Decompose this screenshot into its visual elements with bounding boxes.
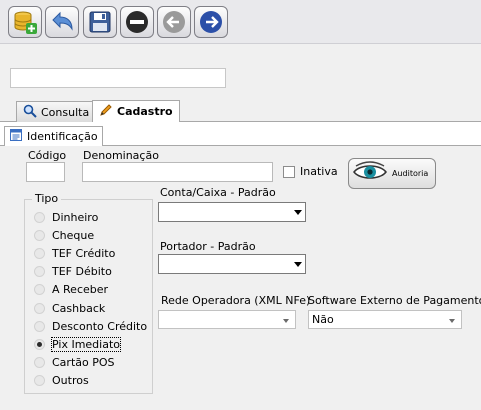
pencil-icon bbox=[99, 103, 113, 120]
tab-cadastro-label: Cadastro bbox=[117, 105, 173, 118]
previous-button[interactable] bbox=[157, 6, 191, 38]
radio-button[interactable] bbox=[34, 284, 45, 296]
tipo-option[interactable]: Dinheiro bbox=[34, 209, 98, 225]
tipo-option[interactable]: Outros bbox=[34, 373, 89, 389]
radio-button[interactable] bbox=[34, 338, 45, 350]
radio-button[interactable] bbox=[34, 375, 45, 387]
tipo-option[interactable]: A Receber bbox=[34, 282, 108, 298]
portador-label: Portador - Padrão bbox=[160, 240, 256, 253]
next-button[interactable] bbox=[194, 6, 228, 38]
tipo-option-label: Cartão POS bbox=[52, 356, 115, 370]
radio-button[interactable] bbox=[34, 357, 45, 369]
tipo-option-label: A Receber bbox=[52, 283, 109, 297]
software-combo[interactable]: Não bbox=[308, 310, 462, 329]
radio-button[interactable] bbox=[34, 211, 45, 223]
denominacao-label: Denominação bbox=[83, 149, 159, 162]
subtab-identificacao-label: Identificação bbox=[27, 130, 98, 143]
tipo-option[interactable]: TEF Crédito bbox=[34, 245, 115, 261]
tipo-option-label: Cashback bbox=[52, 301, 106, 315]
tab-consulta-label: Consulta bbox=[41, 105, 90, 119]
chevron-down-icon bbox=[294, 262, 302, 267]
conta-combo[interactable] bbox=[158, 202, 306, 222]
denominacao-field[interactable] bbox=[82, 162, 273, 182]
arrow-left-icon bbox=[161, 9, 187, 35]
codigo-label: Código bbox=[28, 149, 67, 162]
top-search-field[interactable] bbox=[10, 68, 226, 88]
save-button[interactable] bbox=[83, 6, 117, 38]
tipo-option-label: Dinheiro bbox=[52, 210, 99, 224]
inativa-checkbox[interactable] bbox=[283, 166, 295, 178]
save-icon bbox=[88, 10, 112, 34]
tipo-option-label: Cheque bbox=[52, 228, 95, 242]
tipo-title: Tipo bbox=[32, 192, 62, 205]
document-icon bbox=[9, 128, 23, 145]
chevron-down-icon bbox=[294, 210, 302, 215]
chevron-down-icon bbox=[449, 318, 455, 323]
software-label: Software Externo de Pagamento bbox=[308, 294, 481, 307]
auditoria-label: Auditoria bbox=[392, 169, 429, 178]
inativa-label: Inativa bbox=[300, 165, 338, 178]
auditoria-button[interactable]: Auditoria bbox=[348, 158, 436, 189]
radio-button[interactable] bbox=[34, 266, 45, 278]
toolbar bbox=[0, 0, 481, 44]
conta-label: Conta/Caixa - Padrão bbox=[160, 186, 276, 199]
radio-button[interactable] bbox=[34, 247, 45, 259]
tab-consulta[interactable]: Consulta bbox=[16, 101, 97, 122]
search-icon bbox=[23, 104, 37, 121]
software-value: Não bbox=[312, 313, 334, 326]
tipo-option[interactable]: Cartão POS bbox=[34, 355, 115, 371]
delete-button[interactable] bbox=[120, 6, 154, 38]
undo-button[interactable] bbox=[45, 6, 79, 38]
tipo-option[interactable]: Pix Imediato bbox=[34, 336, 122, 352]
codigo-field[interactable] bbox=[26, 162, 65, 182]
tipo-option-label: Pix Imediato bbox=[50, 336, 122, 352]
rede-label: Rede Operadora (XML NFe) bbox=[161, 294, 311, 307]
database-add-icon bbox=[12, 9, 38, 35]
minus-icon bbox=[124, 9, 150, 35]
chevron-down-icon bbox=[283, 318, 289, 323]
subtab-identificacao[interactable]: Identificação bbox=[4, 126, 103, 146]
tipo-option-label: Desconto Crédito bbox=[52, 319, 148, 333]
tipo-option[interactable]: TEF Débito bbox=[34, 264, 112, 280]
tab-cadastro[interactable]: Cadastro bbox=[92, 100, 180, 122]
tipo-option[interactable]: Cheque bbox=[34, 227, 94, 243]
tipo-option-label: TEF Débito bbox=[52, 265, 112, 279]
tipo-option-label: TEF Crédito bbox=[52, 246, 116, 260]
eye-icon bbox=[352, 160, 388, 187]
add-record-button[interactable] bbox=[8, 6, 42, 38]
undo-icon bbox=[49, 10, 75, 34]
tipo-option[interactable]: Desconto Crédito bbox=[34, 318, 147, 334]
radio-button[interactable] bbox=[34, 302, 45, 314]
arrow-right-icon bbox=[198, 9, 224, 35]
portador-combo[interactable] bbox=[158, 254, 306, 274]
tipo-option[interactable]: Cashback bbox=[34, 300, 105, 316]
radio-button[interactable] bbox=[34, 229, 45, 241]
tipo-option-label: Outros bbox=[52, 374, 89, 388]
rede-combo[interactable] bbox=[158, 310, 296, 329]
radio-button[interactable] bbox=[34, 320, 45, 332]
